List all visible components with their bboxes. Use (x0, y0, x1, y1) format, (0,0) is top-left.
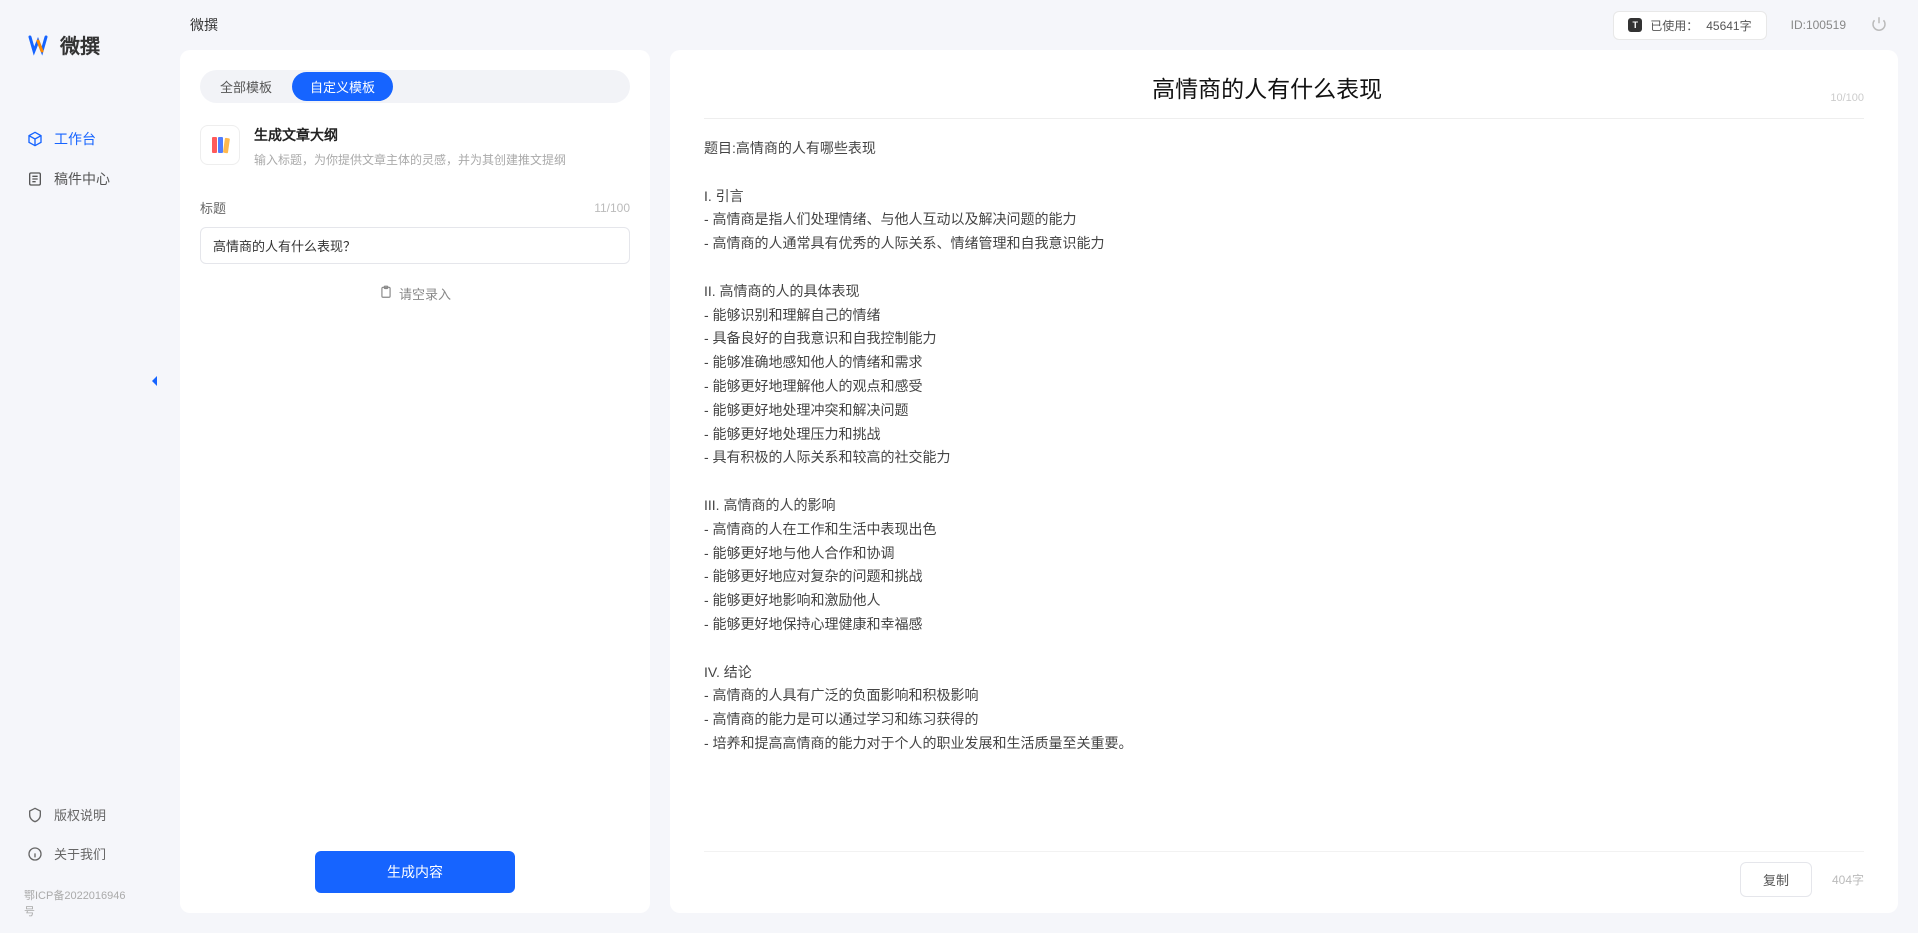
output-title: 高情商的人有什么表现 (704, 70, 1830, 104)
nav-label: 关于我们 (54, 844, 106, 863)
user-id: ID:100519 (1791, 18, 1846, 32)
icp-text: 鄂ICP备2022016946号 (0, 883, 160, 923)
output-word-count: 404字 (1832, 871, 1864, 888)
info-icon (26, 845, 44, 863)
main: 微撰 T 已使用： 45641字 ID:100519 全部模板 自定义模板 (160, 0, 1918, 933)
output-head-counter: 10/100 (1830, 92, 1864, 104)
nav-item-drafts[interactable]: 稿件中心 (20, 159, 140, 199)
power-icon[interactable] (1870, 15, 1888, 36)
output-panel: 高情商的人有什么表现 10/100 题目:高情商的人有哪些表现 I. 引言 - … (670, 50, 1898, 913)
fill-link-text: 请空录入 (399, 284, 451, 303)
nav-item-about[interactable]: 关于我们 (20, 834, 140, 873)
nav-label: 工作台 (54, 129, 96, 149)
output-body[interactable]: 题目:高情商的人有哪些表现 I. 引言 - 高情商是指人们处理情绪、与他人互动以… (704, 137, 1864, 851)
tab-custom-templates[interactable]: 自定义模板 (292, 72, 393, 101)
logo-icon (28, 33, 52, 57)
paste-icon (379, 285, 393, 302)
page-title: 微撰 (190, 15, 218, 35)
field-counter: 11/100 (594, 201, 630, 215)
usage-value: 45641字 (1706, 17, 1751, 34)
main-nav: 工作台 稿件中心 (0, 119, 160, 795)
fill-blank-link[interactable]: 请空录入 (200, 284, 630, 303)
copy-button[interactable]: 复制 (1740, 862, 1812, 897)
sidebar-bottom: 版权说明 关于我们 (0, 795, 160, 883)
usage-label: 已使用： (1650, 17, 1698, 34)
generate-button[interactable]: 生成内容 (315, 851, 515, 893)
topbar-right: T 已使用： 45641字 ID:100519 (1613, 11, 1888, 40)
template-tabs: 全部模板 自定义模板 (200, 70, 630, 103)
shield-icon (26, 806, 44, 824)
nav-label: 稿件中心 (54, 169, 110, 189)
title-field: 标题 11/100 (200, 198, 630, 264)
logo: 微撰 (0, 30, 160, 59)
sidebar: 微撰 工作台 稿件中心 版权说明 (0, 0, 160, 933)
cube-icon (26, 130, 44, 148)
input-panel: 全部模板 自定义模板 生成文章大纲 输入标题，为你提供文章主体的灵感，并为其创建… (180, 50, 650, 913)
output-head: 高情商的人有什么表现 10/100 (704, 70, 1864, 119)
title-input[interactable] (200, 227, 630, 264)
nav-label: 版权说明 (54, 805, 106, 824)
template-card: 生成文章大纲 输入标题，为你提供文章主体的灵感，并为其创建推文提纲 (200, 125, 630, 168)
template-title: 生成文章大纲 (254, 125, 566, 145)
field-label: 标题 (200, 198, 226, 217)
template-desc: 输入标题，为你提供文章主体的灵感，并为其创建推文提纲 (254, 151, 566, 168)
document-icon (26, 170, 44, 188)
nav-item-copyright[interactable]: 版权说明 (20, 795, 140, 834)
nav-item-workbench[interactable]: 工作台 (20, 119, 140, 159)
tab-all-templates[interactable]: 全部模板 (202, 72, 290, 101)
topbar: 微撰 T 已使用： 45641字 ID:100519 (160, 0, 1918, 50)
collapse-sidebar-button[interactable] (146, 370, 162, 392)
usage-chip[interactable]: T 已使用： 45641字 (1613, 11, 1766, 40)
logo-text: 微撰 (60, 30, 100, 59)
content: 全部模板 自定义模板 生成文章大纲 输入标题，为你提供文章主体的灵感，并为其创建… (160, 50, 1918, 913)
books-icon (200, 125, 240, 165)
text-badge-icon: T (1628, 18, 1642, 32)
output-footer: 复制 404字 (704, 851, 1864, 897)
